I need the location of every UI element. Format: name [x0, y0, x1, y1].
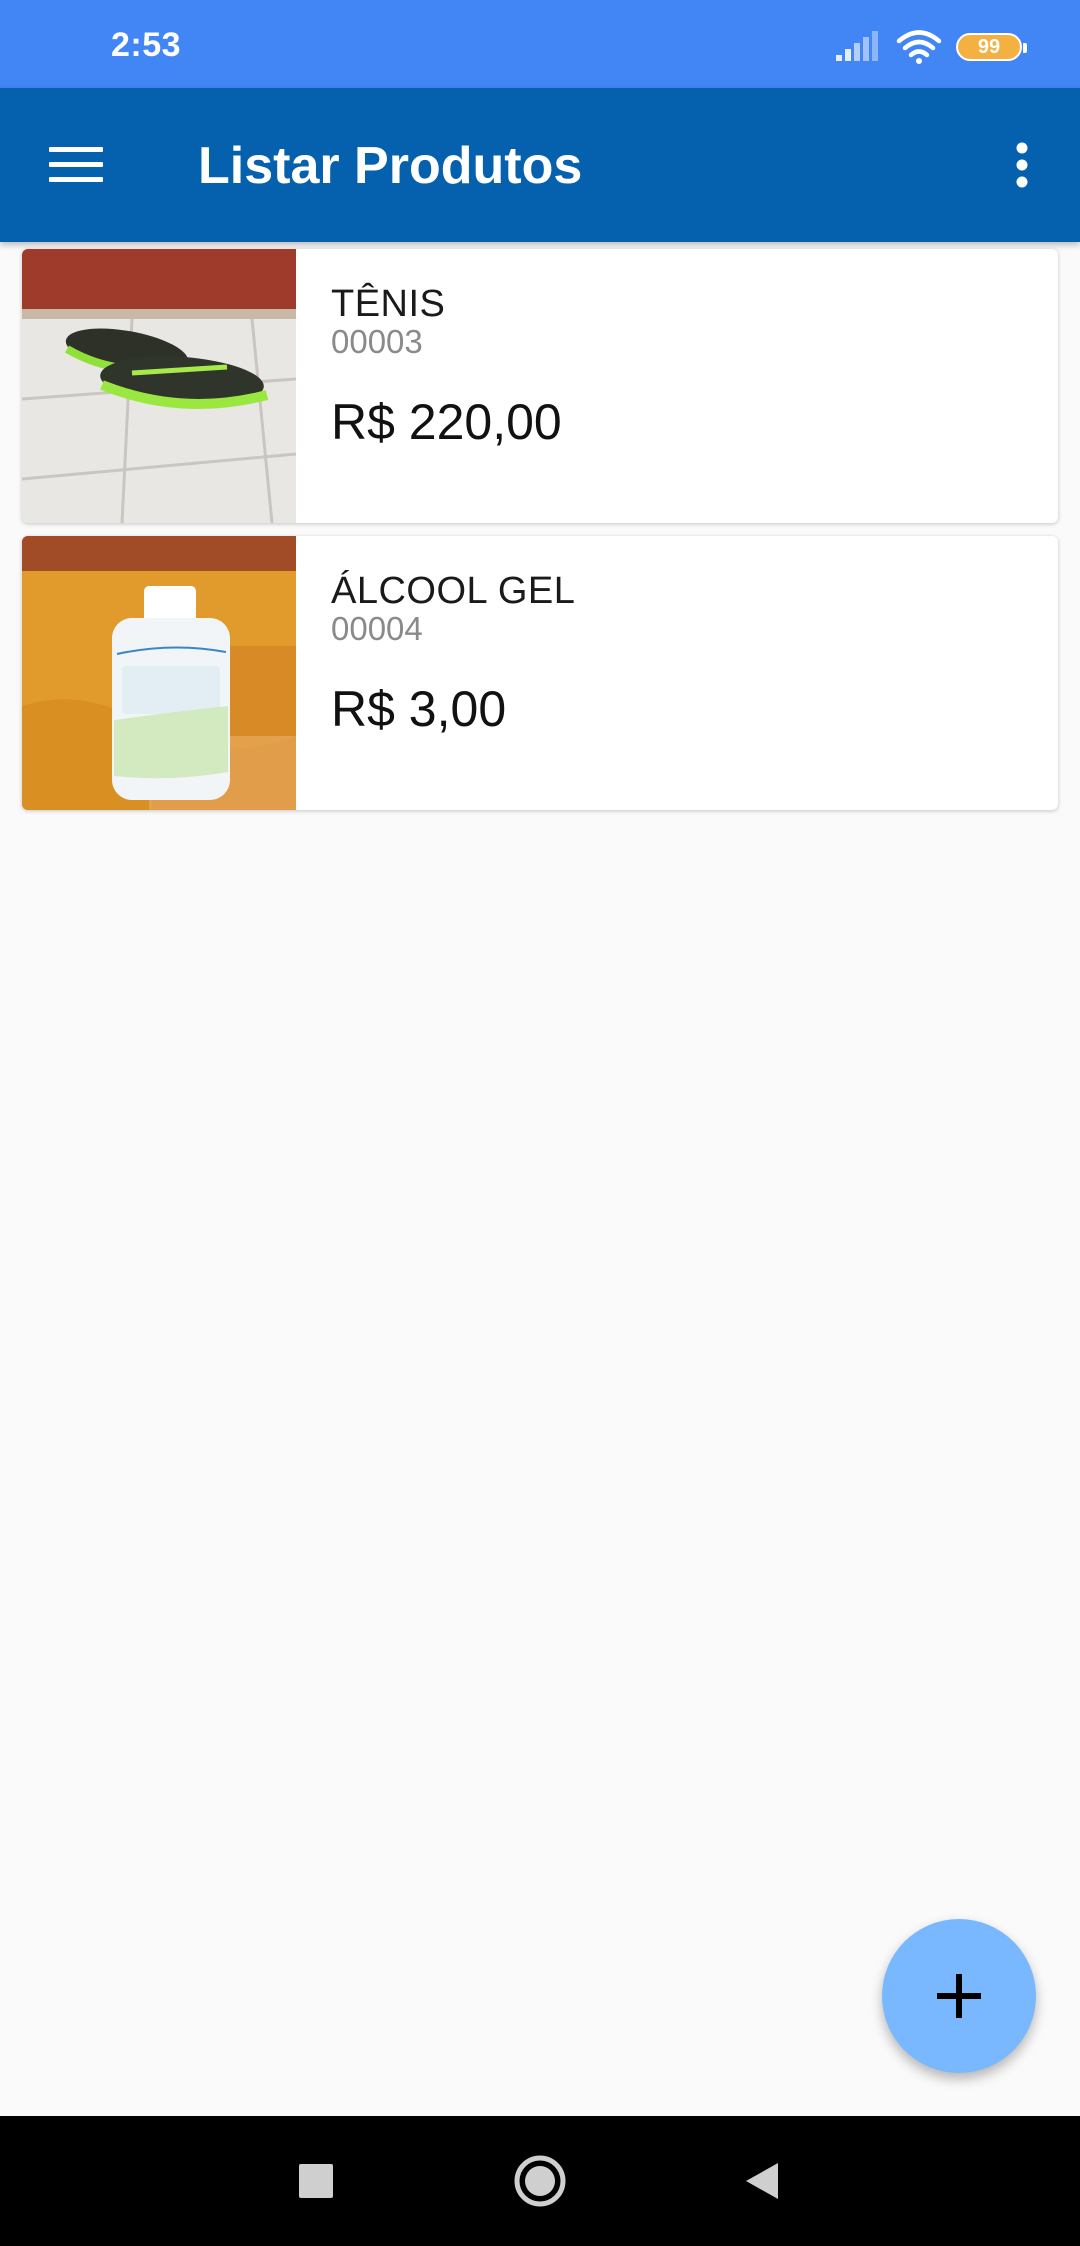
- product-code: 00004: [331, 610, 423, 647]
- status-bar: 2:53 99: [0, 0, 1080, 88]
- product-code: 00003: [331, 323, 423, 360]
- page-title: Listar Produtos: [198, 137, 583, 195]
- menu-button[interactable]: [38, 127, 114, 203]
- back-button[interactable]: [732, 2151, 792, 2211]
- status-time: 2:53: [111, 26, 182, 64]
- product-price: R$ 220,00: [331, 394, 562, 450]
- overflow-menu-button[interactable]: [984, 127, 1060, 203]
- home-button[interactable]: [510, 2151, 570, 2211]
- product-image-sneakers: [22, 249, 296, 523]
- product-image-sanitizer: [22, 536, 296, 810]
- plus-icon: [937, 1974, 981, 2018]
- product-price: R$ 3,00: [331, 681, 507, 737]
- signal-icon: [836, 31, 878, 61]
- hamburger-menu-icon: [49, 147, 103, 182]
- back-icon: [746, 2163, 778, 2199]
- product-card-alcool-gel[interactable]: ÁLCOOL GEL 00004 R$ 3,00: [22, 536, 1058, 810]
- app-bar: Listar Produtos: [0, 88, 1080, 242]
- battery-level: 99: [977, 36, 1001, 58]
- product-name: TÊNIS: [331, 283, 446, 325]
- recents-button[interactable]: [286, 2151, 346, 2211]
- recents-icon: [299, 2164, 333, 2198]
- status-icons: 99: [834, 30, 1027, 64]
- product-list: TÊNIS 00003 R$ 220,00 ÁLCOOL GEL 00004 R…: [22, 249, 1058, 823]
- battery-icon: 99: [956, 33, 1027, 61]
- add-product-button[interactable]: [882, 1919, 1036, 2073]
- navigation-bar: [0, 2116, 1080, 2246]
- home-icon: [514, 2155, 566, 2207]
- product-card-tenis[interactable]: TÊNIS 00003 R$ 220,00: [22, 249, 1058, 523]
- more-vert-icon: [1016, 142, 1028, 188]
- product-name: ÁLCOOL GEL: [331, 570, 576, 612]
- wifi-icon: [896, 30, 942, 64]
